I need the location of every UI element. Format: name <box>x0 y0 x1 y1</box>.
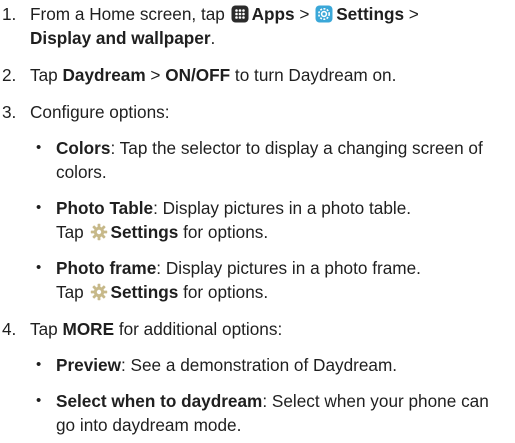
separator: > <box>404 4 419 24</box>
step-number: 1. <box>2 4 17 24</box>
step-text: Tap MORE for additional options: <box>30 317 512 341</box>
apps-grid-icon <box>231 5 249 23</box>
bullet-term: Select when to daydream <box>56 391 263 411</box>
gear-icon <box>90 283 107 301</box>
daydream-label: Daydream <box>62 65 146 85</box>
step-number: 2. <box>2 65 17 85</box>
bullet-dot: • <box>36 199 42 216</box>
step-text-segment: for additional options: <box>114 319 283 339</box>
apps-label: Apps <box>251 4 295 24</box>
gear-icon <box>90 223 107 241</box>
display-and-wallpaper-label: Display and wallpaper <box>30 28 211 48</box>
bullet-dot: • <box>36 259 42 276</box>
step-text-segment: Tap <box>30 319 63 339</box>
separator: > <box>294 4 315 24</box>
settings-gear-icon <box>315 5 333 23</box>
step-text: From a Home screen, tap Apps > Settings … <box>30 2 512 50</box>
bullet-list: • Colors: Tap the selector to display a … <box>36 136 512 304</box>
bullet-description: Tap <box>56 222 89 242</box>
bullet-description: for options. <box>178 222 269 242</box>
bullet-text: Photo frame: Display pictures in a photo… <box>56 256 512 304</box>
bullet-list: • Preview: See a demonstration of Daydre… <box>36 353 512 437</box>
step-text: Configure options: <box>30 102 170 122</box>
list-item-select-when-to-daydream: • Select when to daydream: Select when y… <box>36 389 512 437</box>
bullet-text: Select when to daydream: Select when you… <box>56 389 512 437</box>
bullet-term: Photo Table <box>56 198 154 218</box>
settings-label: Settings <box>110 282 179 302</box>
bullet-dot: • <box>36 392 42 409</box>
step-text-segment: From a Home screen, tap <box>30 4 230 24</box>
step-1: 1. From a Home screen, tap Apps > Settin… <box>0 2 512 50</box>
more-label: MORE <box>62 319 115 339</box>
bullet-description: : Display pictures in a photo frame. <box>156 258 421 278</box>
step-text: Tap Daydream > ON/OFF to turn Daydream o… <box>30 63 512 87</box>
list-item-photo-table: • Photo Table: Display pictures in a pho… <box>36 196 512 244</box>
instruction-list: 1. From a Home screen, tap Apps > Settin… <box>0 2 512 437</box>
bullet-text: Colors: Tap the selector to display a ch… <box>56 136 512 184</box>
step-4: 4. Tap MORE for additional options: <box>0 317 512 341</box>
list-item-photo-frame: • Photo frame: Display pictures in a pho… <box>36 256 512 304</box>
bullet-description: Tap <box>56 282 89 302</box>
settings-label: Settings <box>110 222 179 242</box>
bullet-dot: • <box>36 356 42 373</box>
list-item-preview: • Preview: See a demonstration of Daydre… <box>36 353 512 377</box>
step-2: 2. Tap Daydream > ON/OFF to turn Daydrea… <box>0 63 512 87</box>
bullet-text: Photo Table: Display pictures in a photo… <box>56 196 512 244</box>
settings-label: Settings <box>336 4 405 24</box>
step-text-segment: Tap <box>30 65 63 85</box>
bullet-description: : Display pictures in a photo table. <box>153 198 412 218</box>
bullet-term: Photo frame <box>56 258 157 278</box>
bullet-description: : Tap the selector to display a changing… <box>56 138 483 182</box>
separator: > <box>145 65 166 85</box>
bullet-term: Colors <box>56 138 111 158</box>
bullet-text: Preview: See a demonstration of Daydream… <box>56 353 512 377</box>
on-off-label: ON/OFF <box>165 65 231 85</box>
step-number: 4. <box>2 319 17 339</box>
list-item-colors: • Colors: Tap the selector to display a … <box>36 136 512 184</box>
bullet-dot: • <box>36 139 42 156</box>
bullet-description: : See a demonstration of Daydream. <box>120 355 398 375</box>
step-text-segment: . <box>210 28 216 48</box>
step-3: 3. Configure options: <box>0 100 512 124</box>
step-number: 3. <box>2 102 17 122</box>
bullet-term: Preview <box>56 355 121 375</box>
bullet-description: for options. <box>178 282 269 302</box>
step-text-segment: to turn Daydream on. <box>230 65 397 85</box>
